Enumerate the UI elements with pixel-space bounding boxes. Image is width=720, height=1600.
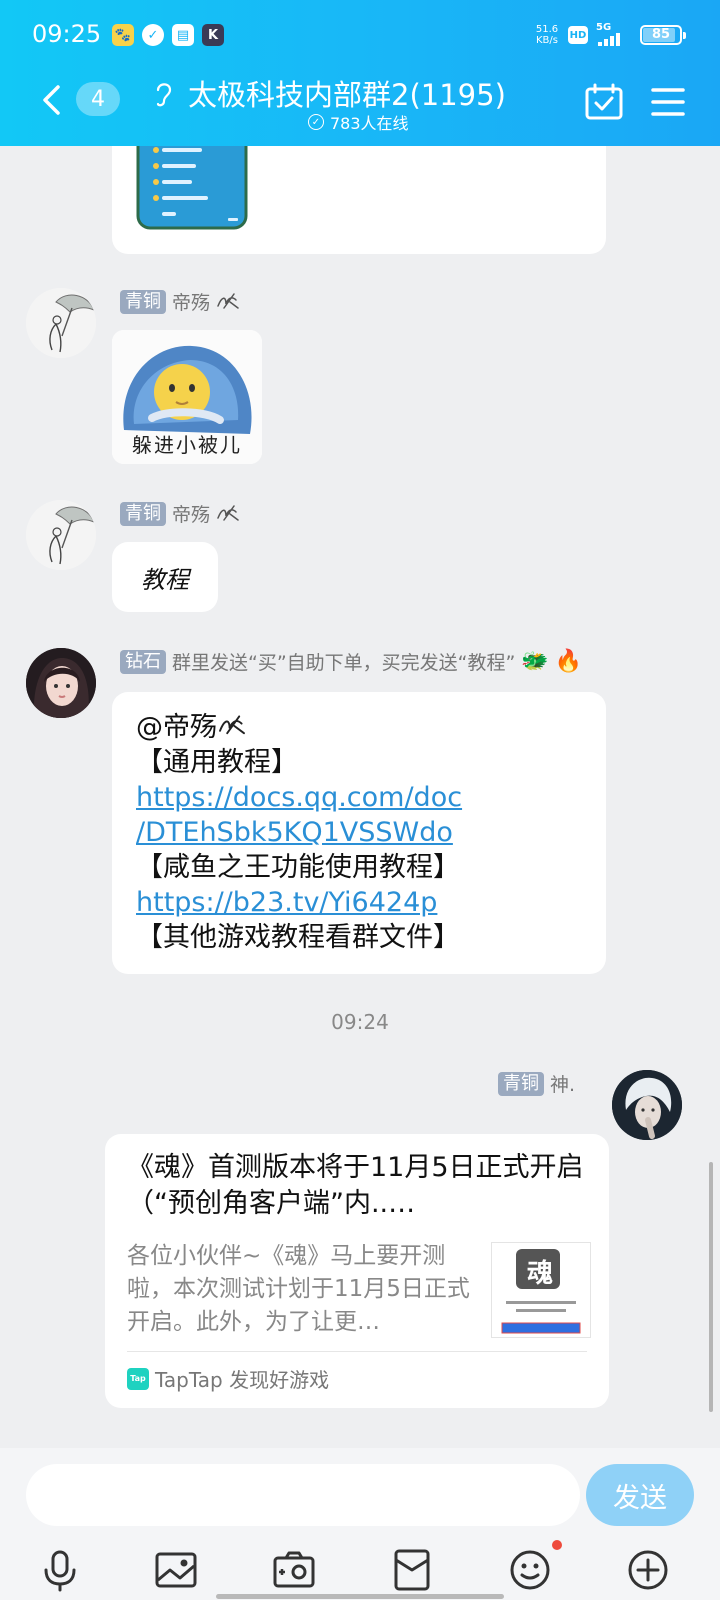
signal-icon: 5G <box>596 22 628 48</box>
emoji-icon[interactable] <box>508 1548 552 1592</box>
send-button[interactable]: 发送 <box>586 1464 694 1526</box>
network-speed-unit: KB/s <box>536 35 558 46</box>
taptap-logo-icon: Tap <box>127 1367 149 1390</box>
notification-dot <box>552 1540 562 1550</box>
plus-icon[interactable] <box>626 1548 670 1592</box>
red-packet-icon[interactable] <box>390 1548 434 1592</box>
sticker-message[interactable]: 躲进小被儿 <box>112 330 262 464</box>
scrollbar[interactable] <box>709 1162 713 1412</box>
sender-info: 钻石 群里发送“买”自助下单，买完发送“教程” 🐲 🔥 <box>120 648 582 675</box>
sender-avatar[interactable] <box>26 500 96 570</box>
status-bar: 09:25 🐾 ✓ ▤ K 51.6 KB/s HD 5G 85 <box>0 0 720 70</box>
mention[interactable]: @帝殇 <box>136 712 217 743</box>
rank-badge: 青铜 <box>120 501 166 526</box>
image-icon[interactable] <box>154 1548 198 1592</box>
sender-info: 青铜 帝殇 <box>120 288 240 315</box>
home-indicator[interactable] <box>216 1594 504 1599</box>
card-thumbnail: 魂 <box>491 1242 591 1338</box>
card-source: Tap TapTap 发现好游戏 <box>127 1364 329 1393</box>
nav-bar: 4 太极科技内部群2(1195) ✓ 783人在线 <box>0 70 720 146</box>
camera-icon[interactable] <box>272 1548 316 1592</box>
status-time: 09:25 <box>32 20 102 48</box>
text-message[interactable]: 教程 <box>112 542 218 612</box>
network-speed: 51.6 KB/s <box>532 24 562 46</box>
text-message[interactable]: @帝殇 【通用教程】 https://docs.qq.com/doc /DTEh… <box>112 692 606 974</box>
message-line: 【通用教程】 <box>136 747 298 778</box>
umbrella-figure-avatar-image <box>26 500 96 570</box>
sender-info: 青铜 神. <box>498 1070 575 1097</box>
input-toolbar <box>0 1540 720 1598</box>
rank-badge: 钻石 <box>120 649 166 674</box>
dragon-emoji-icon: 🐲 <box>521 649 549 674</box>
online-count: 783人在线 <box>330 114 409 133</box>
rank-badge: 青铜 <box>120 289 166 314</box>
paw-icon: 🐾 <box>112 24 134 46</box>
online-check-icon: ✓ <box>308 114 324 130</box>
umbrella-figure-avatar-image <box>26 288 96 358</box>
shared-link-card[interactable]: 《魂》首测版本将于11月5日正式开启（“预创角客户端”内..… 各位小伙伴~《魂… <box>105 1134 609 1408</box>
online-status: ✓ 783人在线 <box>308 110 409 134</box>
back-button[interactable] <box>34 82 70 118</box>
signature-glyph-icon <box>219 715 245 735</box>
white-hair-portrait-avatar-image <box>612 1070 682 1140</box>
network-type: 5G <box>596 22 612 33</box>
ear-icon <box>156 83 172 107</box>
card-source-label: TapTap 发现好游戏 <box>155 1368 330 1392</box>
sender-avatar[interactable] <box>26 648 96 718</box>
link[interactable]: https://docs.qq.com/doc <box>136 780 582 815</box>
message-list[interactable]: 青铜 帝殇 躲进小被儿 青铜 帝殇 教程 钻石 群里发送“买”自助下单，买完发送… <box>0 146 720 1448</box>
message-line: 【其他游戏教程看群文件】 <box>136 922 460 953</box>
sender-info: 青铜 帝殇 <box>120 500 240 527</box>
k-app-icon: K <box>202 24 224 46</box>
own-avatar[interactable] <box>612 1070 682 1140</box>
notification-icons: 🐾 ✓ ▤ K <box>112 24 224 46</box>
check-circle-icon: ✓ <box>142 24 164 46</box>
sender-avatar[interactable] <box>26 288 96 358</box>
sender-name[interactable]: 帝殇 <box>172 288 210 315</box>
message-line: @帝殇 <box>136 710 582 745</box>
battery-level: 85 <box>651 27 671 42</box>
sender-name[interactable]: 群里发送“买”自助下单，买完发送“教程” <box>172 648 515 675</box>
signature-glyph-icon <box>217 504 239 521</box>
message-line: 【咸鱼之王功能使用教程】 <box>136 852 460 883</box>
calendar-check-button[interactable] <box>584 82 624 122</box>
thumbnail-character: 魂 <box>526 1259 553 1289</box>
battery-icon: 85 <box>640 25 686 45</box>
sticker-caption: 躲进小被儿 <box>132 433 242 457</box>
girl-portrait-avatar-image <box>26 648 96 718</box>
input-area: 发送 <box>0 1448 720 1600</box>
signature-glyph-icon <box>217 292 239 309</box>
group-title[interactable]: 太极科技内部群2(1195) <box>188 72 506 114</box>
unread-count-badge[interactable]: 4 <box>76 82 120 116</box>
microphone-icon[interactable] <box>38 1548 82 1592</box>
menu-button[interactable] <box>650 84 686 120</box>
link[interactable]: /DTEhSbk5KQ1VSSWdo <box>136 815 582 850</box>
message-input[interactable] <box>26 1464 580 1526</box>
card-description: 各位小伙伴~《魂》马上要开测啦，本次测试计划于11月5日正式开启。此外，为了让更… <box>127 1243 470 1335</box>
card-divider <box>127 1351 587 1352</box>
archive-icon: ▤ <box>172 24 194 46</box>
phone-screenshot-thumbnail <box>136 146 248 230</box>
signal-bars <box>598 33 620 46</box>
sender-name[interactable]: 神. <box>550 1070 575 1097</box>
link[interactable]: https://b23.tv/Yi6424p <box>136 885 582 920</box>
chat-header: 09:25 🐾 ✓ ▤ K 51.6 KB/s HD 5G 85 4 太极科技内… <box>0 0 720 146</box>
fire-emoji-icon: 🔥 <box>554 649 583 674</box>
hd-icon: HD <box>568 26 588 44</box>
network-speed-value: 51.6 <box>535 24 559 35</box>
previous-image-message[interactable] <box>112 146 606 254</box>
card-title: 《魂》首测版本将于11月5日正式开启（“预创角客户端”内..… <box>127 1152 584 1219</box>
sender-name[interactable]: 帝殇 <box>172 500 210 527</box>
time-separator: 09:24 <box>331 1010 389 1034</box>
rank-badge: 青铜 <box>498 1071 544 1096</box>
